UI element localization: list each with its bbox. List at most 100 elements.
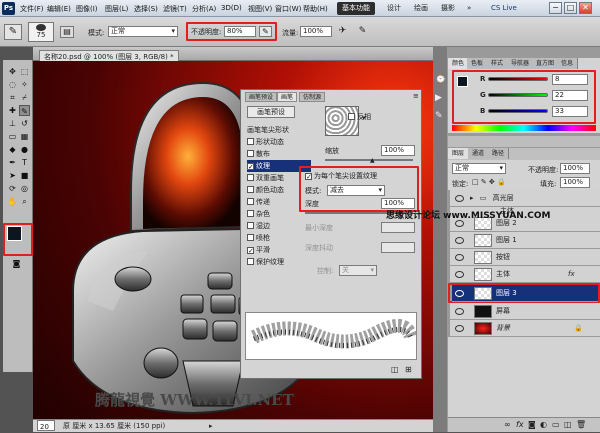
link-layers-icon[interactable]: ∞: [504, 420, 511, 429]
tab-navigator[interactable]: 导航器: [507, 58, 535, 69]
close-icon[interactable]: ✕: [579, 2, 592, 14]
expand-arrow-icon[interactable]: ▸: [470, 194, 474, 202]
workspace-photography[interactable]: 摄影: [436, 2, 460, 15]
menu-file[interactable]: 文件(F): [20, 4, 44, 14]
r-slider[interactable]: [488, 77, 548, 81]
eye-icon[interactable]: [455, 237, 464, 244]
crop-tool-icon[interactable]: ⌗: [7, 92, 18, 103]
menu-analysis[interactable]: 分析(A): [192, 4, 216, 14]
checkbox-checked[interactable]: ✓: [247, 163, 254, 171]
adjustments-panel-collapsed[interactable]: [448, 136, 600, 147]
eye-icon[interactable]: [455, 290, 464, 297]
foreground-color-swatch[interactable]: [457, 76, 468, 87]
trash-icon[interactable]: 🗑: [576, 420, 586, 429]
history-icon[interactable]: ⌚: [435, 75, 446, 85]
pressure-opacity-icon[interactable]: ✎: [259, 26, 272, 37]
workspace-more[interactable]: »: [462, 2, 476, 15]
brush-panel-toggle-icon[interactable]: ▤: [60, 26, 74, 38]
tab-layers[interactable]: 图层: [448, 148, 470, 159]
menu-window[interactable]: 窗口(W): [275, 4, 301, 14]
blend-mode-select[interactable]: 正常 ▾: [452, 163, 506, 174]
brush-tool-icon[interactable]: ✎: [19, 105, 30, 116]
eye-icon[interactable]: [455, 195, 464, 202]
new-group-icon[interactable]: ▭: [552, 420, 560, 429]
layer-group-highlights[interactable]: ▸ ▭ 高光层: [450, 190, 600, 207]
dodge-tool-icon[interactable]: ●: [19, 144, 30, 155]
marquee-tool-icon[interactable]: ⬚: [19, 66, 30, 77]
checkbox[interactable]: [348, 113, 355, 120]
brush-panel-icon[interactable]: ✎: [435, 111, 443, 121]
clone-stamp-tool-icon[interactable]: ⊥: [7, 118, 18, 129]
status-zoom-input[interactable]: 20: [37, 420, 55, 431]
workspace-essentials[interactable]: 基本功能: [337, 2, 375, 15]
checkbox[interactable]: [247, 174, 254, 181]
quick-mask-icon[interactable]: ◙: [11, 258, 22, 269]
mode-select[interactable]: 正常 ▾: [108, 26, 178, 37]
tab-brush-presets[interactable]: 画笔预设: [245, 92, 278, 102]
menu-image[interactable]: 图像(I): [76, 4, 98, 14]
status-arrow-icon[interactable]: ▸: [209, 420, 213, 432]
tab-styles[interactable]: 样式: [487, 58, 509, 69]
b-slider[interactable]: [488, 109, 548, 113]
layer-fx-badge[interactable]: fx: [568, 266, 575, 283]
menu-view[interactable]: 视图(V): [248, 4, 272, 14]
cs-live-button[interactable]: CS Live: [486, 2, 522, 15]
menu-help[interactable]: 帮助(H): [303, 4, 328, 14]
eye-icon[interactable]: [455, 271, 464, 278]
brush-section-tip-shape[interactable]: 画笔笔尖形状: [247, 124, 311, 136]
brush-section-scattering[interactable]: 散布: [247, 148, 311, 160]
menu-filter[interactable]: 滤镜(T): [163, 4, 187, 14]
lock-icons[interactable]: □ ✎ ✥ 🔒: [472, 178, 506, 186]
maximize-icon[interactable]: □: [564, 2, 577, 14]
g-input[interactable]: 22: [552, 90, 588, 101]
layer-row[interactable]: 背景 🔒: [450, 320, 600, 337]
menu-layer[interactable]: 图层(L): [105, 4, 128, 14]
layer-row[interactable]: 图层 1: [450, 232, 600, 249]
invert-checkbox[interactable]: 反相: [348, 112, 371, 122]
menu-select[interactable]: 选择(S): [134, 4, 158, 14]
brush-section-wet-edges[interactable]: 湿边: [247, 220, 311, 232]
r-input[interactable]: 8: [552, 74, 588, 85]
layer-mask-icon[interactable]: ◙: [528, 420, 536, 429]
move-tool-icon[interactable]: ✥: [7, 66, 18, 77]
healing-brush-tool-icon[interactable]: ✚: [7, 105, 18, 116]
checkbox[interactable]: [247, 138, 254, 145]
g-slider[interactable]: [488, 93, 548, 97]
brush-section-protect-texture[interactable]: 保护纹理: [247, 256, 311, 268]
brush-section-shape-dynamics[interactable]: 形状动态: [247, 136, 311, 148]
layer-row[interactable]: 主体 fx: [450, 266, 600, 283]
adjustment-layer-icon[interactable]: ◐: [540, 420, 547, 429]
brush-presets-button[interactable]: 画笔预设: [247, 106, 295, 118]
menu-edit[interactable]: 编辑(E): [47, 4, 71, 14]
checkbox[interactable]: [247, 210, 254, 217]
brush-size-picker[interactable]: 75: [28, 22, 54, 42]
checkbox[interactable]: [247, 150, 254, 157]
new-layer-icon[interactable]: ◫: [564, 420, 572, 429]
color-spectrum-bar[interactable]: [452, 125, 596, 131]
eye-icon[interactable]: [455, 220, 464, 227]
layer-opacity-input[interactable]: 100%: [560, 163, 590, 174]
tab-channels[interactable]: 通道: [468, 148, 490, 159]
eye-icon[interactable]: [455, 308, 464, 315]
new-brush-icon[interactable]: ◫: [391, 365, 399, 374]
tab-brush[interactable]: 画笔: [277, 92, 298, 102]
minimize-icon[interactable]: −: [549, 2, 562, 14]
eye-icon[interactable]: [455, 254, 464, 261]
checkbox-checked[interactable]: ✓: [305, 173, 312, 181]
type-tool-icon[interactable]: T: [19, 157, 30, 168]
airbrush-icon[interactable]: ✈: [336, 26, 349, 37]
brush-section-smoothing[interactable]: ✓ 平滑: [247, 244, 311, 256]
3d-rotate-tool-icon[interactable]: ⟳: [7, 183, 18, 194]
scale-slider[interactable]: [325, 159, 413, 161]
scale-input[interactable]: 100%: [381, 145, 415, 156]
layer-row[interactable]: 按钮: [450, 249, 600, 266]
checkbox-checked[interactable]: ✓: [247, 247, 254, 255]
slider-handle-icon[interactable]: ▲: [370, 157, 375, 164]
tab-color[interactable]: 颜色: [448, 58, 470, 69]
shape-tool-icon[interactable]: ■: [19, 170, 30, 181]
checkbox[interactable]: [247, 222, 254, 229]
layer-row-selected[interactable]: 图层 3: [452, 285, 598, 302]
3d-orbit-tool-icon[interactable]: ◎: [19, 183, 30, 194]
texture-mode-select[interactable]: 减去 ▾: [327, 185, 385, 196]
history-brush-tool-icon[interactable]: ↺: [19, 118, 30, 129]
